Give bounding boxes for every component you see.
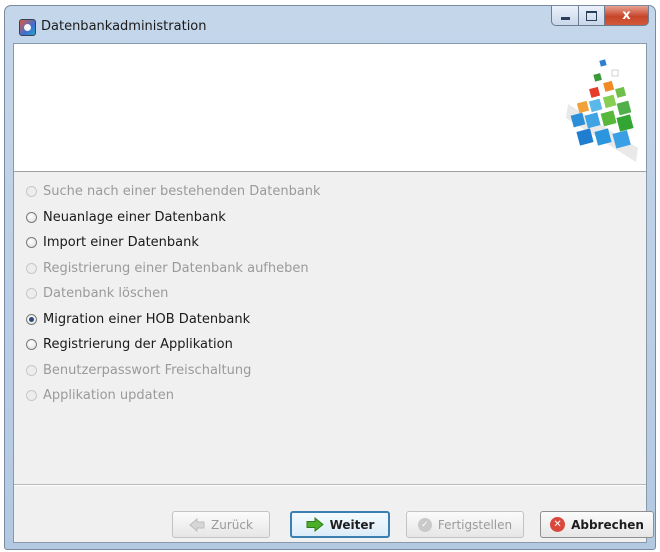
option-import-database[interactable]: Import einer Datenbank <box>26 230 321 256</box>
radio-button[interactable] <box>26 237 37 249</box>
radio-button-selected[interactable] <box>26 313 37 325</box>
back-label: Zurück <box>211 517 253 532</box>
option-radio-group: Suche nach einer bestehenden Datenbank N… <box>26 179 321 409</box>
radio-button <box>26 390 37 402</box>
cancel-button[interactable]: ✕ Abbrechen <box>540 511 654 538</box>
window-title: Datenbankadministration <box>41 19 207 34</box>
radio-button <box>26 364 37 376</box>
option-register-application[interactable]: Registrierung der Applikation <box>26 332 321 358</box>
radio-button <box>26 186 37 198</box>
radio-button[interactable] <box>26 211 37 223</box>
dialog-window: Datenbankadministration x Suche nach ein… <box>4 5 656 550</box>
finish-button[interactable]: ✓ Fertigstellen <box>406 511 524 538</box>
header-panel <box>14 44 646 172</box>
option-user-password-unlock: Benutzerpasswort Freischaltung <box>26 358 321 384</box>
maximize-button[interactable] <box>578 6 605 26</box>
minimize-icon <box>560 17 570 20</box>
radio-button[interactable] <box>26 339 37 351</box>
option-label: Import einer Datenbank <box>43 235 199 251</box>
option-delete-database: Datenbank löschen <box>26 281 321 307</box>
next-button[interactable]: Weiter <box>290 511 390 538</box>
option-label: Neuanlage einer Datenbank <box>43 209 226 225</box>
back-arrow-icon <box>189 517 205 532</box>
option-search-database: Suche nach einer bestehenden Datenbank <box>26 179 321 205</box>
option-create-database[interactable]: Neuanlage einer Datenbank <box>26 205 321 231</box>
cancel-label: Abbrechen <box>571 517 644 532</box>
radio-button <box>26 288 37 300</box>
option-label: Applikation updaten <box>43 388 174 404</box>
footer-divider <box>14 484 646 486</box>
close-icon: x <box>622 8 631 23</box>
close-button[interactable]: x <box>605 6 649 26</box>
option-update-application: Applikation updaten <box>26 383 321 409</box>
back-button[interactable]: Zurück <box>172 511 270 538</box>
finish-label: Fertigstellen <box>437 517 513 532</box>
option-label: Registrierung der Applikation <box>43 337 233 353</box>
option-label: Registrierung einer Datenbank aufheben <box>43 260 309 276</box>
caption-buttons: x <box>551 6 649 27</box>
forward-arrow-icon <box>306 517 324 532</box>
check-icon: ✓ <box>417 517 432 532</box>
minimize-button[interactable] <box>551 6 578 26</box>
app-database-icon <box>19 19 36 36</box>
option-label: Suche nach einer bestehenden Datenbank <box>43 184 321 200</box>
option-label: Benutzerpasswort Freischaltung <box>43 362 252 378</box>
next-label: Weiter <box>329 517 375 532</box>
radio-button <box>26 262 37 274</box>
cancel-icon: ✕ <box>550 517 566 532</box>
dialog-content: Suche nach einer bestehenden Datenbank N… <box>13 43 654 543</box>
option-migrate-hob-database[interactable]: Migration einer HOB Datenbank <box>26 307 321 333</box>
option-label: Datenbank löschen <box>43 286 169 302</box>
database-cubes-logo <box>566 59 638 162</box>
option-unregister-database: Registrierung einer Datenbank aufheben <box>26 256 321 282</box>
title-bar[interactable]: Datenbankadministration x <box>5 6 655 42</box>
maximize-icon <box>586 10 597 21</box>
option-label: Migration einer HOB Datenbank <box>43 311 251 327</box>
